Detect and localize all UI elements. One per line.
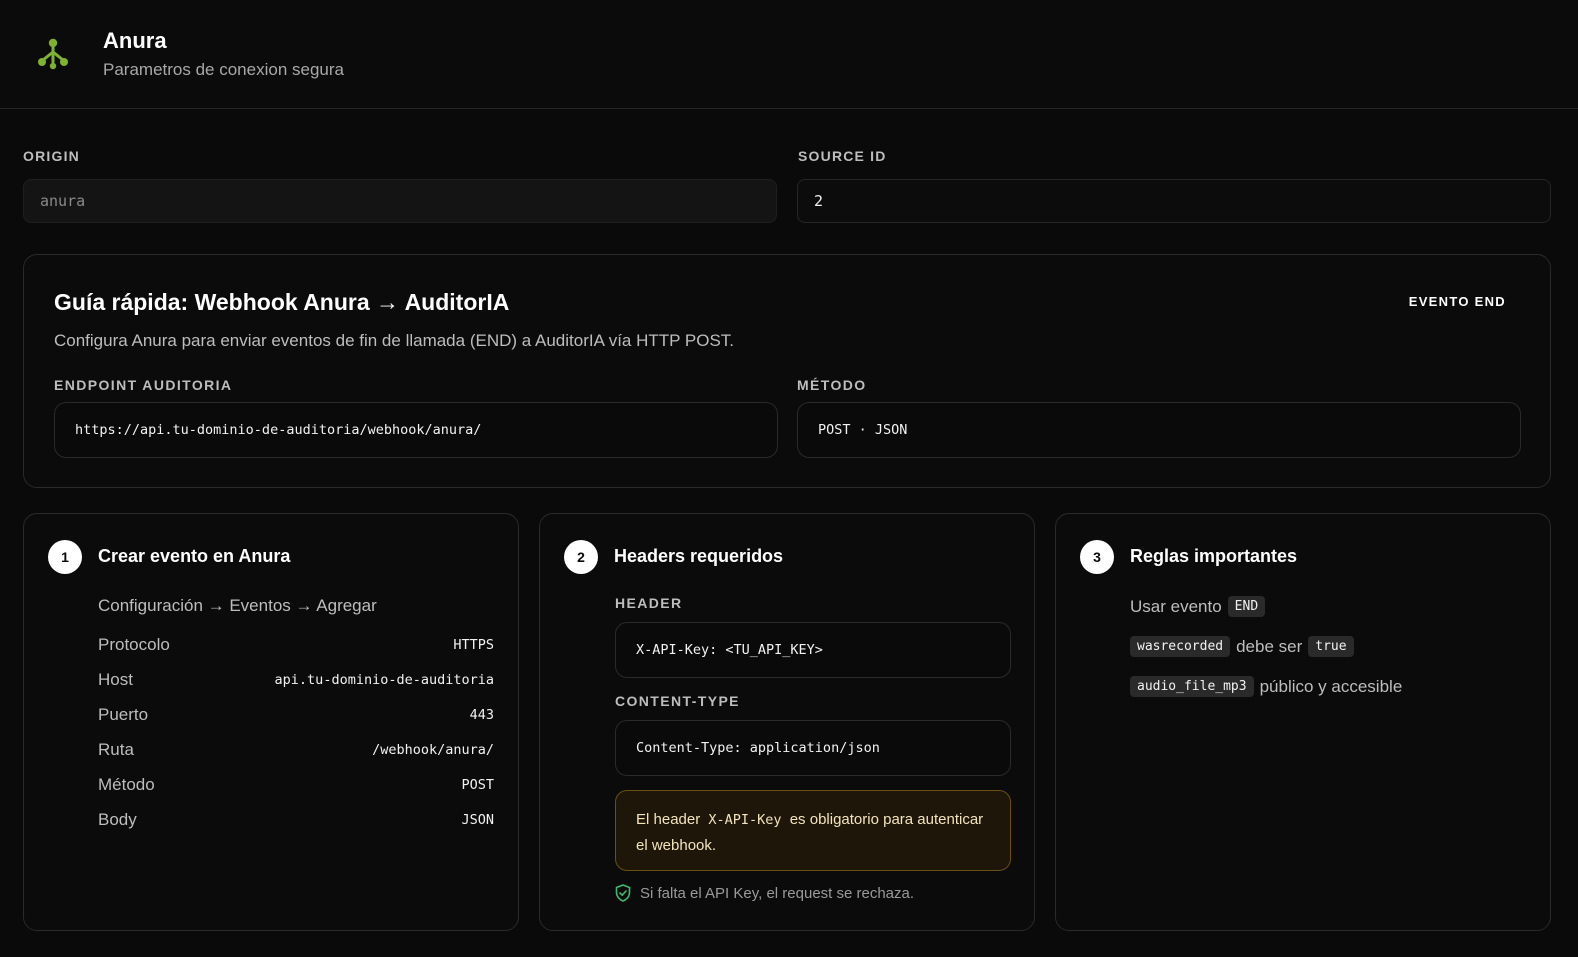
config-row: Ruta /webhook/anura/	[98, 738, 494, 762]
header-label: HEADER	[615, 595, 683, 611]
config-row: Puerto 443	[98, 703, 494, 727]
step-card-create-event: 1 Crear evento en Anura Configuración → …	[23, 513, 519, 931]
step-card-rules: 3 Reglas importantes Usar evento END was…	[1055, 513, 1551, 931]
rule-item: audio_file_mp3 público y accesible	[1130, 676, 1402, 697]
config-value: JSON	[461, 812, 494, 828]
anura-frog-icon	[38, 38, 68, 70]
quick-guide-card: Guía rápida: Webhook Anura → AuditorIA E…	[23, 254, 1551, 488]
rule-chip: true	[1308, 636, 1354, 657]
config-key: Protocolo	[98, 635, 170, 654]
config-value: api.tu-dominio-de-auditoria	[274, 672, 494, 688]
step-title: Reglas importantes	[1130, 546, 1298, 566]
config-key: Método	[98, 775, 155, 794]
guide-title: Guía rápida: Webhook Anura → AuditorIA	[54, 289, 510, 315]
guide-description: Configura Anura para enviar eventos de f…	[54, 331, 735, 350]
warning-text-prefix: El header	[636, 811, 701, 828]
rule-chip: wasrecorded	[1130, 636, 1231, 657]
method-value[interactable]: POST · JSON	[797, 402, 1521, 458]
rule-chip: audio_file_mp3	[1130, 676, 1254, 697]
config-value: /webhook/anura/	[372, 742, 494, 758]
config-row: Host api.tu-dominio-de-auditoria	[98, 668, 494, 692]
step-number: 2	[564, 540, 598, 574]
step-number: 3	[1080, 540, 1114, 574]
note-text: Si falta el API Key, el request se recha…	[640, 884, 915, 902]
config-key: Puerto	[98, 705, 149, 724]
config-row: Body JSON	[98, 808, 494, 832]
content-type-label: CONTENT-TYPE	[615, 693, 740, 709]
endpoint-label: ENDPOINT AUDITORIA	[54, 377, 233, 393]
config-value: 443	[469, 707, 494, 723]
config-row: Método POST	[98, 773, 494, 797]
source-id-label: SOURCE ID	[798, 148, 887, 164]
event-badge: EVENTO END	[1408, 294, 1506, 309]
config-row: Protocolo HTTPS	[98, 633, 494, 657]
origin-label: ORIGIN	[23, 148, 80, 164]
shield-check-icon	[615, 884, 631, 902]
app-subtitle: Parametros de conexion segura	[103, 60, 344, 79]
app-header: Anura Parametros de conexion segura	[0, 0, 1578, 109]
step-number: 1	[48, 540, 82, 574]
warning-code: X-API-Key	[708, 812, 782, 828]
header-value[interactable]: X-API-Key: <TU_API_KEY>	[615, 622, 1011, 678]
rule-text: público y accesible	[1259, 676, 1403, 696]
source-id-input[interactable]: 2	[797, 179, 1551, 223]
config-key: Body	[98, 810, 137, 829]
endpoint-value[interactable]: https://api.tu-dominio-de-auditoria/webh…	[54, 402, 778, 458]
origin-input[interactable]: anura	[23, 179, 777, 223]
api-key-note: Si falta el API Key, el request se recha…	[615, 884, 914, 902]
content-type-value[interactable]: Content-Type: application/json	[615, 720, 1011, 776]
step-title: Headers requeridos	[614, 546, 784, 566]
config-key: Host	[98, 670, 133, 689]
method-label: MÉTODO	[797, 377, 867, 393]
config-value: POST	[461, 777, 494, 793]
config-key: Ruta	[98, 740, 134, 759]
api-key-warning: El header X-API-Key es obligatorio para …	[615, 790, 1011, 871]
rule-item: wasrecorded debe ser true	[1130, 636, 1354, 657]
step-card-headers: 2 Headers requeridos HEADER X-API-Key: <…	[539, 513, 1035, 931]
rule-item: Usar evento END	[1130, 596, 1266, 617]
rule-text: debe ser	[1236, 636, 1303, 656]
rule-chip: END	[1227, 596, 1266, 617]
menu-path: Configuración → Eventos → Agregar	[98, 596, 377, 615]
rule-text: Usar evento	[1130, 596, 1222, 616]
step-title: Crear evento en Anura	[98, 546, 291, 566]
app-title: Anura	[103, 28, 167, 53]
config-value: HTTPS	[453, 637, 494, 653]
